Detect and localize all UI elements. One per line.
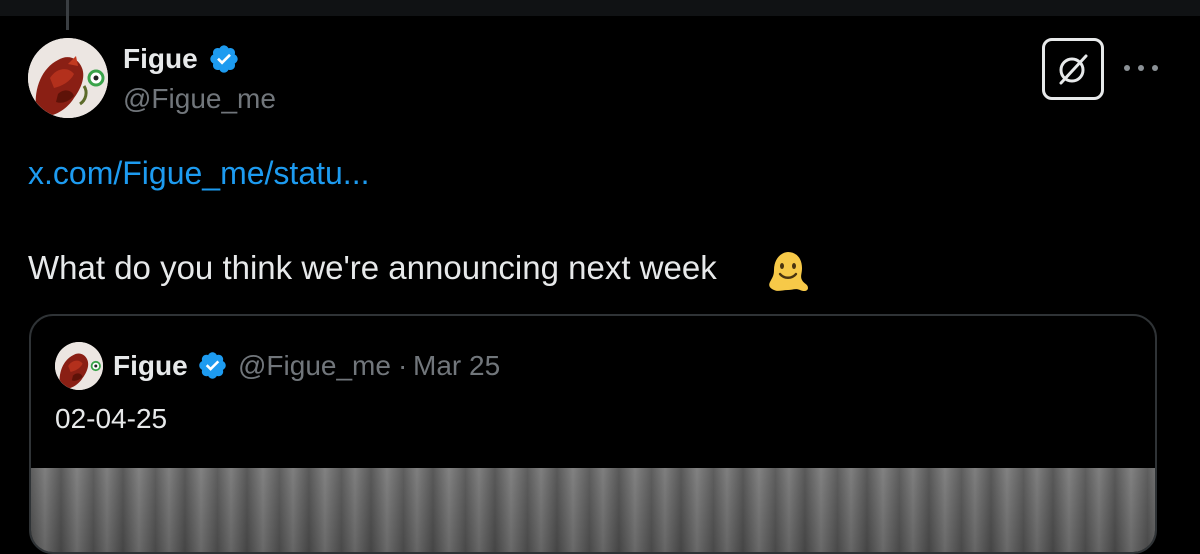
quoted-author-name[interactable]: Figue	[113, 350, 188, 382]
grok-button[interactable]	[1042, 38, 1104, 100]
verified-badge-icon	[199, 352, 226, 379]
meta-separator: ·	[398, 350, 408, 381]
author-display-name[interactable]: Figue	[123, 42, 198, 76]
quoted-tweet-date[interactable]: Mar 25	[413, 350, 500, 382]
verified-badge-icon	[210, 45, 238, 73]
more-options-button[interactable]	[1124, 56, 1158, 80]
quoted-tweet-media[interactable]	[31, 468, 1155, 552]
tweet-text: What do you think we're announcing next …	[28, 249, 717, 286]
more-options-icon-dot	[1152, 65, 1158, 71]
more-options-icon-dot	[1138, 65, 1144, 71]
quoted-tweet-text: 02-04-25	[55, 403, 168, 434]
previous-tweet-strip	[0, 0, 1200, 16]
grok-icon	[1059, 54, 1088, 85]
thread-connector-line	[66, 0, 69, 30]
author-handle[interactable]: @Figue_me	[123, 82, 276, 116]
tweet-link[interactable]: x.com/Figue_me/statu...	[28, 154, 369, 192]
quoted-author-handle[interactable]: @Figue_me	[238, 350, 391, 382]
author-avatar[interactable]	[28, 38, 108, 118]
more-options-icon-dot	[1124, 65, 1130, 71]
quoted-author-avatar[interactable]	[55, 342, 103, 390]
melting-face-emoji-icon	[769, 252, 808, 292]
quoted-tweet-card[interactable]: Figue @Figue_me · Mar 25 02-04-25	[29, 314, 1157, 554]
